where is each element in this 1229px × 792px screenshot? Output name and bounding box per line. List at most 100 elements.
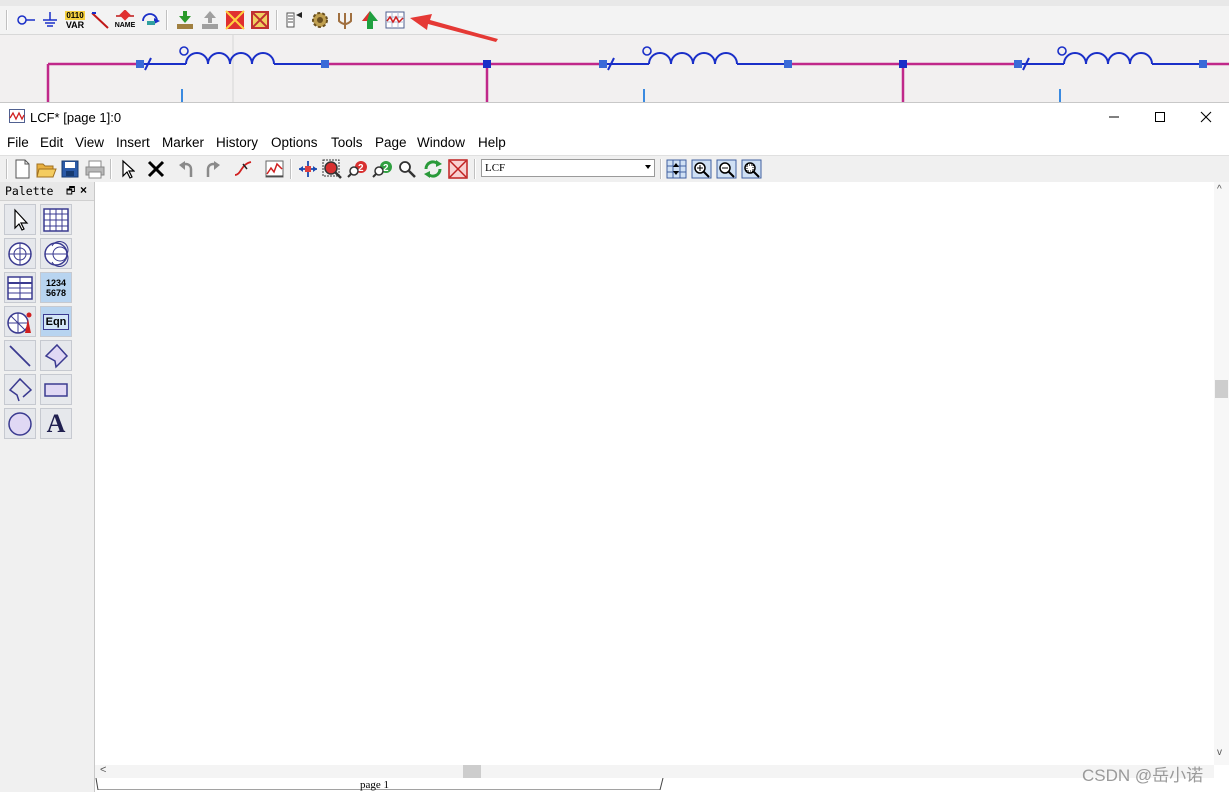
menu-tools[interactable]: Tools [331,135,363,150]
palette-title: Palette [5,184,54,198]
delete-icon[interactable] [145,158,167,180]
toolbar-separator [660,159,662,179]
line-icon [9,344,31,367]
palette-header: Palette 🗗 × [0,182,94,201]
new-icon[interactable] [11,158,33,180]
name-label: NAME [114,22,136,29]
smith-chart-tool[interactable] [40,238,72,269]
toolbar-separator [276,10,278,30]
inductor-component[interactable] [599,46,792,105]
menu-bar: File Edit View Insert Marker History Opt… [0,133,1229,155]
polygon-tool[interactable] [40,340,72,371]
dataset-select-value: LCF [485,162,506,174]
menu-history[interactable]: History [216,135,258,150]
ellipse-tool[interactable] [4,408,36,439]
polyline-icon [8,377,33,401]
numeric-tool[interactable]: 1234 5678 [40,272,72,303]
short-icon[interactable] [249,9,271,31]
zoom-fit-icon[interactable] [666,158,688,180]
toolbar-separator [6,10,8,30]
maximize-button[interactable] [1137,103,1183,131]
polar-plot-tool[interactable] [4,238,36,269]
antenna-plot-tool[interactable] [4,306,36,337]
numbers-bottom: 5678 [45,287,67,298]
push-into-icon[interactable] [174,9,196,31]
menu-window[interactable]: Window [417,135,465,150]
zoom-in-icon[interactable]: 2 [347,158,369,180]
ground-icon[interactable] [39,9,61,31]
deactivate-icon[interactable] [224,9,246,31]
select-tool[interactable] [4,204,36,235]
window-title: LCF* [page 1]:0 [30,110,122,125]
menu-marker[interactable]: Marker [162,135,204,150]
rectangular-plot-tool[interactable] [40,204,72,235]
title-bar[interactable]: LCF* [page 1]:0 [0,103,1229,131]
open-icon[interactable] [35,158,57,180]
menu-options[interactable]: Options [271,135,318,150]
simulate-gear-icon[interactable] [309,9,331,31]
pointer-icon[interactable] [116,158,138,180]
chevron-left-icon[interactable]: < [100,764,106,776]
zoom-icon[interactable] [397,158,419,180]
redo-icon[interactable] [201,158,223,180]
print-icon[interactable] [84,158,106,180]
menu-file[interactable]: File [7,135,29,150]
pan-icon[interactable] [297,158,319,180]
zoom-area-icon[interactable] [741,158,763,180]
close-icon[interactable]: × [80,183,87,197]
undo-icon[interactable] [176,158,198,180]
equation-tool[interactable]: Eqn [40,306,72,337]
toolbar-separator [110,159,112,179]
simulate-list-icon[interactable] [284,9,306,31]
chevron-up-icon[interactable]: ^ [1217,184,1222,195]
display-canvas[interactable] [95,182,1214,765]
toolbar-separator [6,159,8,179]
inductor-component[interactable] [1014,46,1207,105]
rotate-icon[interactable] [139,9,161,31]
svg-text:2: 2 [358,163,364,174]
pop-out-icon[interactable] [199,9,221,31]
polygon-icon [44,343,69,369]
eqn-label: Eqn [42,313,70,330]
text-tool[interactable]: A [40,408,72,439]
name-icon[interactable]: NAME [114,9,136,31]
annotation-arrow [410,14,498,42]
minimize-button[interactable] [1091,103,1137,131]
zoom-icon[interactable] [322,158,344,180]
zoom-plus-icon[interactable] [691,158,713,180]
toolbar-separator [166,10,168,30]
dataset-select[interactable]: LCF [481,159,655,177]
line-tool[interactable] [4,340,36,371]
port-icon[interactable] [15,9,37,31]
list-tool[interactable] [4,272,36,303]
plot-icon[interactable] [263,158,285,180]
scrollbar-thumb[interactable] [1215,380,1228,398]
menu-view[interactable]: View [75,135,104,150]
stop-icon[interactable] [447,158,469,180]
optimize-icon[interactable] [359,9,381,31]
rectangular-grid-icon [43,207,69,232]
menu-insert[interactable]: Insert [116,135,150,150]
zoom-minus-icon[interactable] [716,158,738,180]
chevron-down-icon[interactable]: v [1217,747,1222,758]
schematic-circuit [46,35,1229,105]
zoom-out-icon[interactable]: 2 [372,158,394,180]
menu-help[interactable]: Help [478,135,506,150]
menu-edit[interactable]: Edit [40,135,63,150]
close-button[interactable] [1183,103,1229,131]
float-icon[interactable]: 🗗 [66,184,75,201]
trace-icon[interactable] [232,158,254,180]
numbers-top: 1234 [45,277,67,288]
vertical-scrollbar[interactable]: ^ v [1214,182,1229,765]
polyline-tool[interactable] [4,374,36,405]
menu-page[interactable]: Page [375,135,407,150]
wire-icon[interactable] [89,9,111,31]
save-icon[interactable] [59,158,81,180]
rectangle-tool[interactable] [40,374,72,405]
tune-icon[interactable] [334,9,356,31]
scrollbar-thumb[interactable] [463,765,481,778]
horizontal-scrollbar[interactable]: < [95,764,1214,778]
var-icon[interactable]: 0110 VAR [64,9,86,31]
page-tab-label[interactable]: page 1 [360,779,389,791]
refresh-icon[interactable] [422,158,444,180]
